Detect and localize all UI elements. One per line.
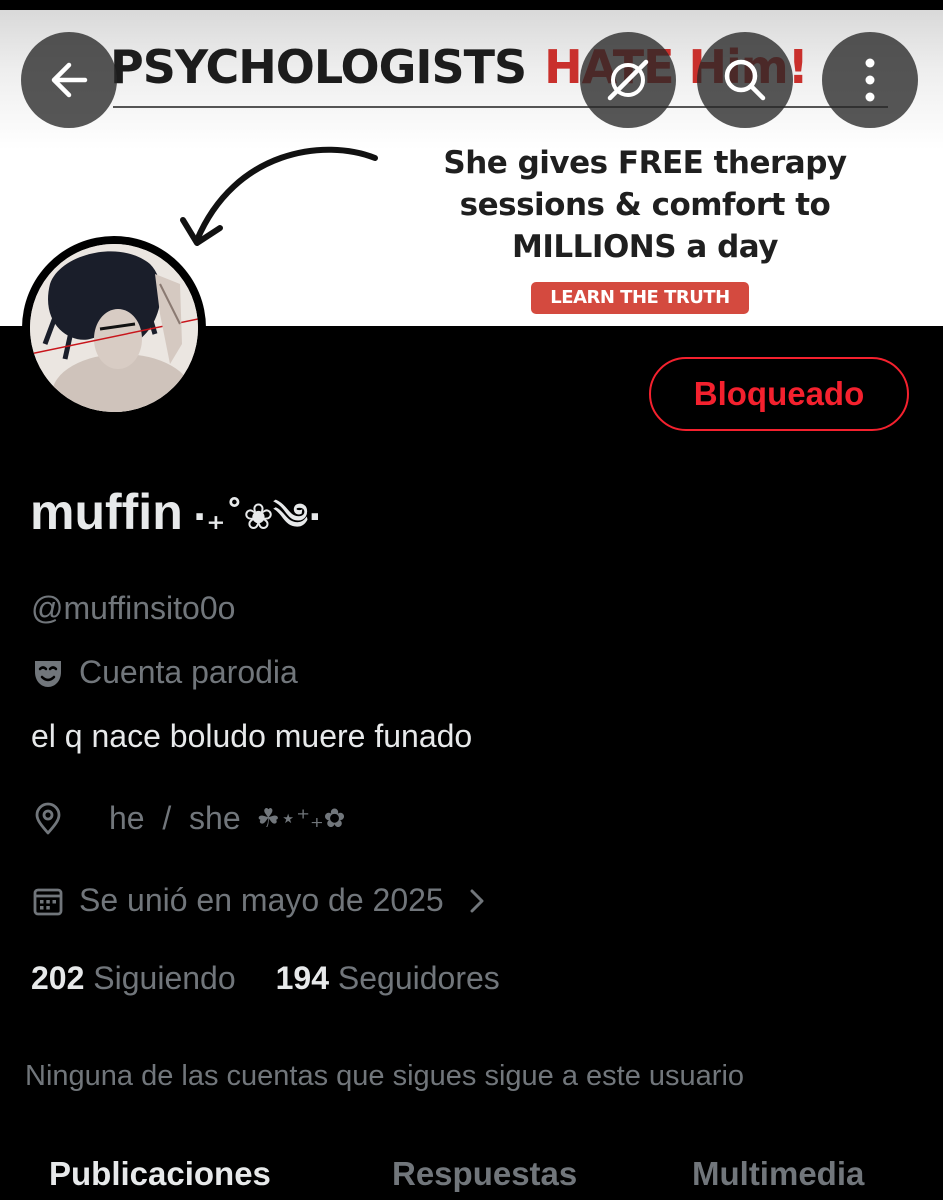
search-button[interactable]	[697, 32, 793, 128]
profile-tabs: Publicaciones Respuestas Multimedia	[0, 1155, 943, 1200]
joined-text: Se unió en mayo de 2025	[79, 882, 444, 918]
blocked-button[interactable]: Bloqueado	[649, 357, 909, 431]
top-strip	[0, 0, 943, 10]
banner-headline-part1: PSYCHOLOGISTS	[110, 40, 527, 94]
banner-cta: LEARN THE TRUTH NOW	[531, 282, 749, 326]
display-name: muffin ·₊˚❀༄·	[30, 476, 322, 578]
tab-respuestas[interactable]: Respuestas	[392, 1155, 577, 1193]
more-button[interactable]	[822, 32, 918, 128]
chevron-right-icon	[470, 889, 484, 912]
bio: el q nace boludo muere funado	[31, 718, 473, 754]
following-label: Siguiendo	[93, 960, 236, 996]
avatar-image	[30, 244, 198, 412]
parody-label: Cuenta parodia	[31, 654, 298, 691]
more-vertical-icon	[865, 58, 875, 102]
tab-multimedia[interactable]: Multimedia	[692, 1155, 864, 1193]
avatar[interactable]	[22, 236, 206, 420]
display-name-decoration: ·₊˚❀༄·	[192, 497, 322, 538]
parody-text: Cuenta parodia	[79, 654, 298, 690]
banner-body: She gives FREE therapy sessions & comfor…	[430, 142, 860, 268]
follow-stats: 202 Siguiendo 194 Seguidores	[31, 960, 500, 997]
location-text: he / she	[109, 800, 241, 836]
search-icon	[724, 59, 766, 101]
calendar-icon	[33, 888, 63, 915]
location-pin-icon	[35, 802, 61, 834]
tab-publicaciones[interactable]: Publicaciones	[49, 1155, 271, 1193]
banner-body-line: MILLIONS a day	[512, 229, 778, 265]
following-link[interactable]: 202 Siguiendo	[31, 960, 236, 996]
mutual-followers-note: Ninguna de las cuentas que sigues sigue …	[25, 1060, 745, 1092]
back-button[interactable]	[21, 32, 117, 128]
followers-count: 194	[275, 960, 330, 996]
followers-label: Seguidores	[337, 960, 500, 996]
curved-arrow-icon	[180, 146, 378, 246]
grok-icon	[607, 59, 649, 101]
parody-mask-icon	[35, 660, 61, 687]
arrow-left-icon	[51, 62, 88, 98]
display-name-text: muffin	[30, 484, 183, 540]
joined-date[interactable]: Se unió en mayo de 2025	[31, 882, 488, 919]
user-handle: @muffinsito0o	[31, 590, 236, 626]
banner-body-line: sessions & comfort to	[459, 187, 831, 223]
location-decoration: ☘︎⋆⁺₊✿	[256, 803, 346, 834]
location: he / she ☘︎⋆⁺₊✿	[31, 800, 345, 837]
banner-body-line: She gives FREE therapy	[443, 145, 847, 181]
following-count: 202	[31, 960, 85, 996]
followers-link[interactable]: 194 Seguidores	[276, 960, 500, 996]
grok-button[interactable]	[580, 32, 676, 128]
